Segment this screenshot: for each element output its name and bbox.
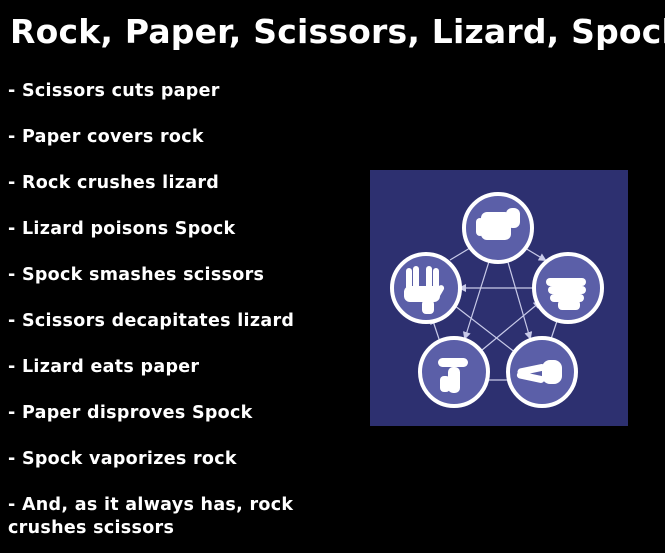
rule-item: - Lizard eats paper [8,357,200,377]
scissors-node [506,336,578,408]
page-title: Rock, Paper, Scissors, Lizard, Spock [10,12,665,51]
paper-node [532,252,604,324]
rule-item: - Paper disproves Spock [8,403,253,423]
rpsls-diagram-svg [370,170,628,426]
rule-item: - Scissors cuts paper [8,81,220,101]
rule-item: - Lizard poisons Spock [8,219,236,239]
rule-item: - Paper covers rock [8,127,204,147]
lizard-node [418,336,490,408]
rule-item: - Spock smashes scissors [8,265,265,285]
rules-list: - Scissors cuts paper - Paper covers roc… [8,80,353,540]
rule-item: - Spock vaporizes rock [8,449,237,469]
rule-item: - Scissors decapitates lizard [8,311,295,331]
rock-node [462,192,534,264]
rule-item: - Rock crushes lizard [8,173,220,193]
rpsls-diagram [370,170,628,426]
rule-item: - And, as it always has, rock crushes sc… [8,495,294,538]
spock-node [390,252,462,324]
